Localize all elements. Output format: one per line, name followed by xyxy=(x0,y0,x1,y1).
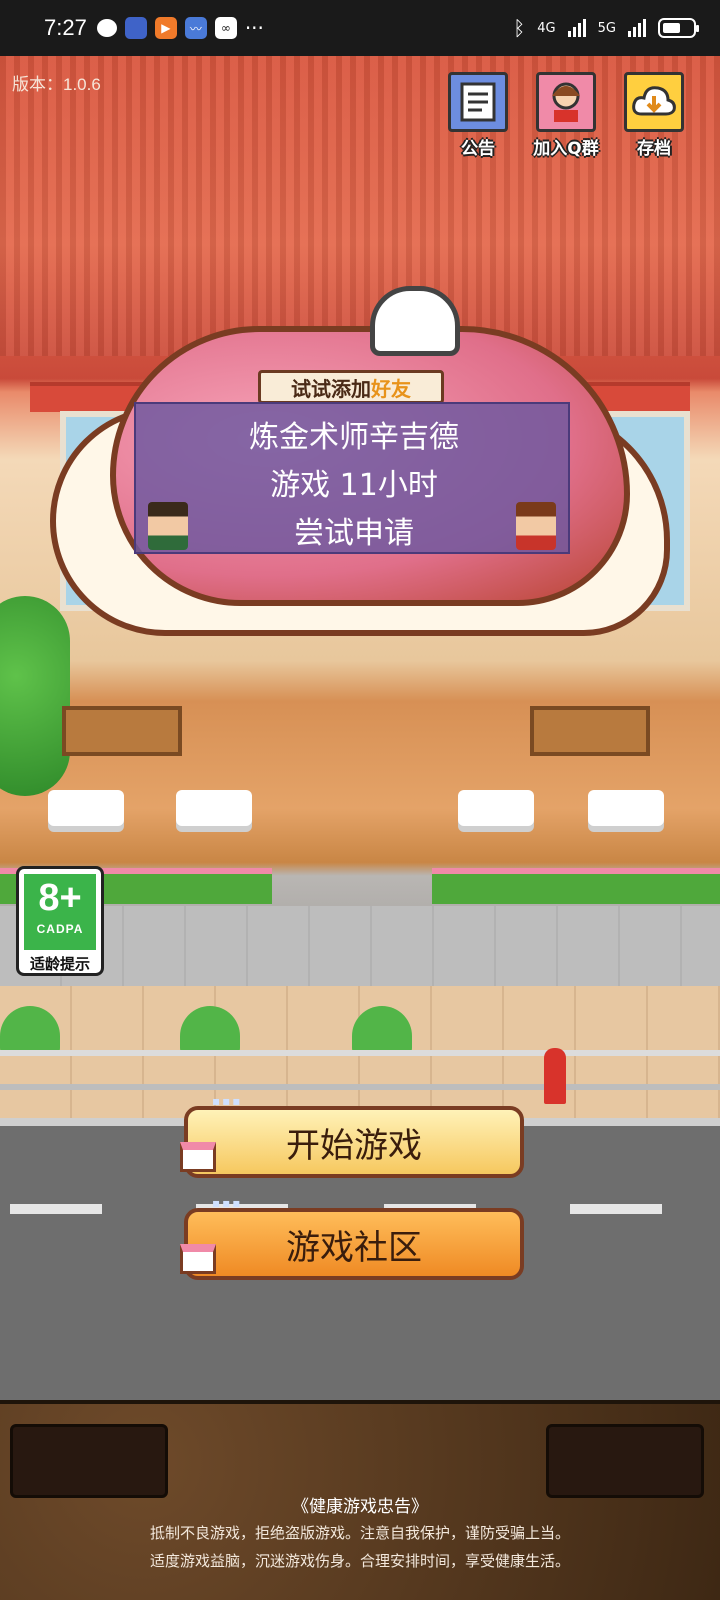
cake-icon xyxy=(180,1142,216,1172)
friend-playtime: 游戏 11小时 xyxy=(270,468,438,503)
signal-4g-label: 4G xyxy=(537,20,556,36)
table xyxy=(458,790,534,826)
table xyxy=(48,790,124,826)
notice-slot-left xyxy=(10,1424,168,1498)
bread-counter xyxy=(62,706,182,756)
video-icon: ▶ xyxy=(154,17,177,39)
player-avatar-icon xyxy=(516,502,556,550)
add-friend-prefix: 试试添加 xyxy=(291,376,371,401)
bluetooth-icon: ᛒ xyxy=(513,16,526,40)
lane-marking xyxy=(570,1204,662,1214)
feather-icon: 〰 xyxy=(184,17,207,39)
age-rating-tip: 适龄提示 xyxy=(29,955,90,973)
start-game-button[interactable]: ▪▪▪ 开始游戏 xyxy=(180,1094,524,1178)
friend-avatar-icon xyxy=(148,502,188,550)
health-notice-panel: 《健康游戏忠告》 抵制不良游戏，拒绝盗版游戏。注意自我保护，谨防受骗上当。 适度… xyxy=(0,1400,720,1600)
health-notice-line1: 抵制不良游戏，拒绝盗版游戏。注意自我保护，谨防受骗上当。 xyxy=(149,1524,570,1542)
flower-hedge xyxy=(432,868,720,904)
version-label: 版本：1.0.6 xyxy=(12,75,101,94)
sidewalk xyxy=(0,906,720,986)
infinity-icon: ∞ xyxy=(214,17,237,39)
save-label: 存档 xyxy=(637,139,671,159)
game-community-button[interactable]: ▪▪▪ 游戏社区 xyxy=(180,1196,524,1280)
age-rating-org: CADPA xyxy=(36,922,84,936)
table xyxy=(588,790,664,826)
character-avatar-icon xyxy=(536,72,596,132)
friend-name: 炼金术师辛吉德 xyxy=(249,420,459,455)
game-community-label: 游戏社区 xyxy=(286,1227,422,1268)
fire-hydrant xyxy=(544,1048,566,1104)
tieba-icon xyxy=(124,17,147,39)
start-game-label: 开始游戏 xyxy=(286,1125,422,1166)
status-time: 7:27 xyxy=(44,15,87,40)
table xyxy=(176,790,252,826)
cake-counter xyxy=(530,706,650,756)
battery-icon xyxy=(658,18,699,38)
add-friend-tag[interactable]: 试试添加 好友 xyxy=(258,370,444,404)
join-qq-group-button[interactable]: 加入Q群 xyxy=(530,72,602,159)
try-apply-link[interactable]: 尝试申请 xyxy=(136,508,572,552)
save-button[interactable]: 存档 xyxy=(618,72,690,159)
signal-5g-bars-icon xyxy=(628,19,646,37)
announcement-button[interactable]: 公告 xyxy=(442,72,514,159)
health-notice-title: 《健康游戏忠告》 xyxy=(292,1497,428,1517)
cloud-save-icon xyxy=(624,72,684,132)
announcement-label: 公告 xyxy=(461,139,495,159)
chat-icon xyxy=(96,19,117,37)
signal-4g-bars-icon xyxy=(567,19,586,37)
guard-rail xyxy=(0,1050,720,1090)
age-rating-badge: 8+ CADPA 适龄提示 xyxy=(16,866,104,976)
health-notice-line2: 适度游戏益脑，沉迷游戏伤身。合理安排时间，享受健康生活。 xyxy=(149,1552,570,1570)
age-rating-number: 8+ xyxy=(38,877,82,919)
cake-icon xyxy=(180,1244,216,1274)
age-rating-box: 8+ CADPA xyxy=(24,874,96,950)
signal-5g-label: 5G xyxy=(597,20,616,36)
notice-slot-right xyxy=(546,1424,704,1498)
game-scene: 版本：1.0.6 公告 加入Q群 存档 试试添加 好友 炼金术师辛吉德 游戏 11… xyxy=(0,56,720,1400)
more-icon: ··· xyxy=(244,16,264,40)
sparkle-icon: ▪▪▪ xyxy=(212,1094,243,1108)
friend-suggestion-popup[interactable]: 炼金术师辛吉德 游戏 11小时 尝试申请 xyxy=(134,402,570,554)
document-icon xyxy=(448,72,508,132)
join-qq-group-label: 加入Q群 xyxy=(533,139,599,159)
status-bar: 7:27 ▶ 〰 ∞ ··· ᛒ 4G 5G xyxy=(0,0,720,56)
sparkle-icon: ▪▪▪ xyxy=(212,1196,243,1210)
chef-hat-icon xyxy=(370,286,460,356)
lane-marking xyxy=(10,1204,102,1214)
add-friend-highlight: 好友 xyxy=(371,376,411,401)
